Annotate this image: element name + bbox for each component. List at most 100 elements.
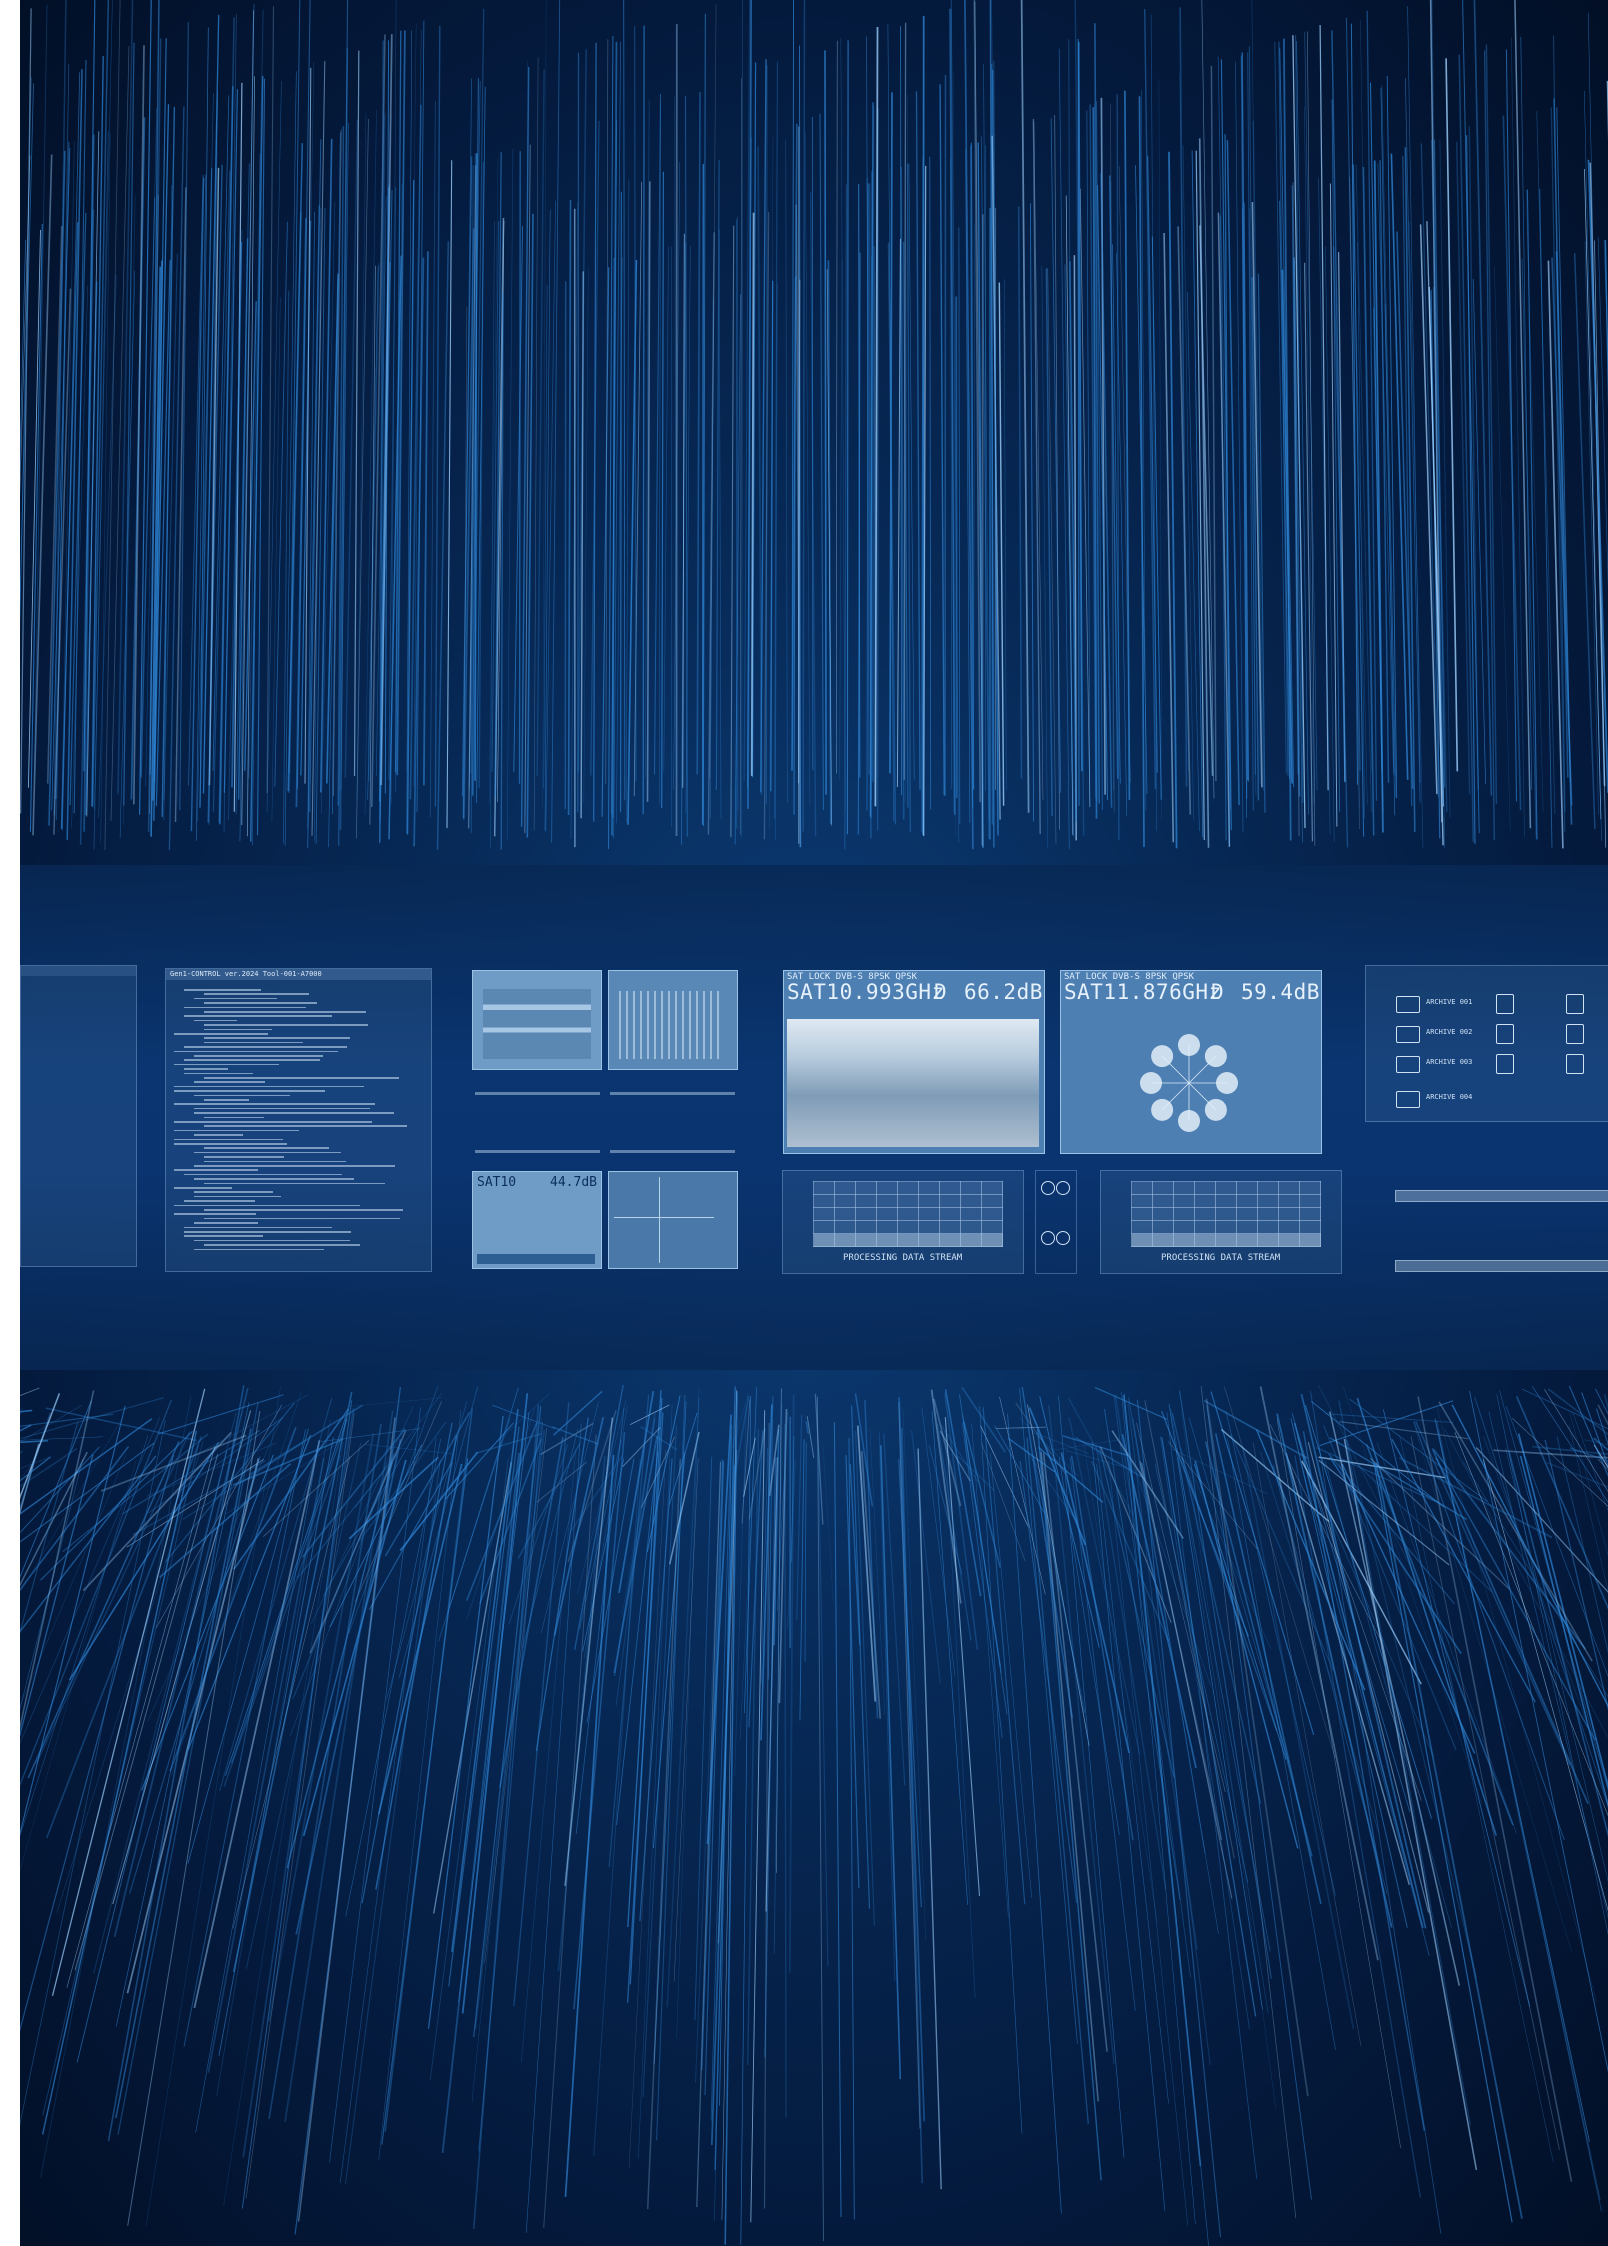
code-line [184, 1231, 352, 1233]
code-line [184, 1059, 320, 1061]
light-ray [1054, 114, 1060, 830]
light-ray [1276, 1418, 1401, 2149]
light-ray [1316, 1446, 1442, 1505]
code-line [204, 1041, 304, 1044]
constellation-point [1216, 1072, 1238, 1094]
light-ray [1376, 1442, 1517, 1835]
grid-cell [939, 1207, 961, 1221]
grid-cell [834, 1181, 856, 1195]
code-line [194, 1222, 259, 1224]
light-ray [898, 1402, 921, 2129]
light-ray [605, 39, 609, 785]
grid-row [1131, 1207, 1321, 1221]
code-line [174, 1033, 269, 1035]
code-line [204, 1160, 346, 1163]
code-line [204, 1209, 403, 1211]
code-line [194, 1112, 394, 1114]
light-ray [8, 1397, 164, 1443]
light-ray [623, 0, 626, 801]
light-ray [1556, 1436, 1608, 1654]
grid-cell [1131, 1194, 1153, 1208]
code-line [194, 1248, 324, 1251]
grid-cell [1152, 1181, 1174, 1195]
code-line [194, 1239, 351, 1242]
grid-cell [1278, 1233, 1300, 1247]
code-line [174, 1213, 257, 1215]
grid-cell [1131, 1220, 1153, 1234]
light-ray [827, 260, 832, 824]
light-ray [1547, 1388, 1608, 1436]
light-ray [583, 268, 589, 804]
light-ray [730, 225, 735, 838]
divider [475, 1092, 600, 1095]
light-ray [724, 1391, 738, 2245]
light-ray [1048, 1405, 1115, 2064]
code-line [204, 1156, 285, 1158]
file-name: ARCHIVE 004 [1426, 1093, 1473, 1101]
file-icon [1496, 1024, 1514, 1044]
light-ray [179, 22, 189, 811]
light-ray [1124, 90, 1131, 800]
light-ray [718, 229, 722, 820]
code-line [174, 1121, 373, 1123]
light-ray [824, 50, 827, 795]
grid-cell [1194, 1233, 1216, 1247]
light-ray [474, 1429, 545, 2030]
grid-cell [1299, 1220, 1321, 1234]
light-ray [1536, 111, 1556, 814]
light-ray [1020, 0, 1030, 813]
light-ray [1136, 1399, 1222, 2238]
grid-cell [1236, 1207, 1258, 1221]
meter-label: SAT10 [477, 1175, 517, 1190]
light-ray [42, 1444, 199, 2116]
light-ray [218, 1436, 334, 2056]
light-ray [982, 1407, 1026, 1905]
light-ray [1136, 1422, 1226, 1793]
light-ray [266, 81, 282, 812]
sat-screen-left: SAT LOCK DVB-S 8PSK QPSK SAT10.993GHz D … [783, 970, 1045, 1154]
code-line [194, 1055, 323, 1057]
light-ray [802, 0, 806, 832]
light-ray [939, 84, 945, 796]
code-line [174, 1187, 233, 1189]
light-ray [1032, 118, 1041, 835]
light-ray [436, 241, 450, 850]
constellation-point [1178, 1110, 1200, 1132]
grid-cell [1173, 1220, 1195, 1234]
knob-icon [1056, 1181, 1070, 1195]
light-ray [822, 1443, 834, 1605]
light-ray [1318, 177, 1331, 835]
light-ray [998, 282, 1005, 806]
grid-cell [1257, 1207, 1279, 1221]
light-ray [1373, 1462, 1513, 2223]
light-ray [513, 226, 524, 772]
divider [610, 1150, 735, 1153]
light-ray [819, 113, 824, 811]
grid-cell [960, 1181, 982, 1195]
folder-icon [1396, 1056, 1420, 1073]
code-line [174, 1050, 338, 1053]
grid-cell [897, 1181, 919, 1195]
sat-left-frequency: SAT10.993GHz [787, 980, 945, 1004]
folder-icon [1396, 1026, 1420, 1043]
meter-status [477, 1254, 595, 1264]
light-ray [766, 65, 768, 804]
grid-row [813, 1207, 1003, 1221]
light-ray [1410, 1436, 1560, 2150]
grid-cell [939, 1233, 961, 1247]
light-ray [183, 1429, 307, 2047]
grid-row [813, 1233, 1003, 1247]
grid-cell [1236, 1233, 1258, 1247]
light-ray [145, 1386, 281, 2227]
code-line [204, 1037, 351, 1039]
file-name: ARCHIVE 002 [1426, 1028, 1473, 1036]
light-ray [696, 92, 701, 775]
light-ray [506, 148, 514, 841]
light-ray [274, 221, 288, 787]
light-ray [1360, 20, 1373, 773]
light-ray [429, 101, 436, 818]
divider [475, 1150, 600, 1153]
processing-label-left: PROCESSING DATA STREAM [843, 1253, 963, 1263]
light-ray [1349, 1398, 1488, 1502]
folder-icon [1396, 996, 1420, 1013]
